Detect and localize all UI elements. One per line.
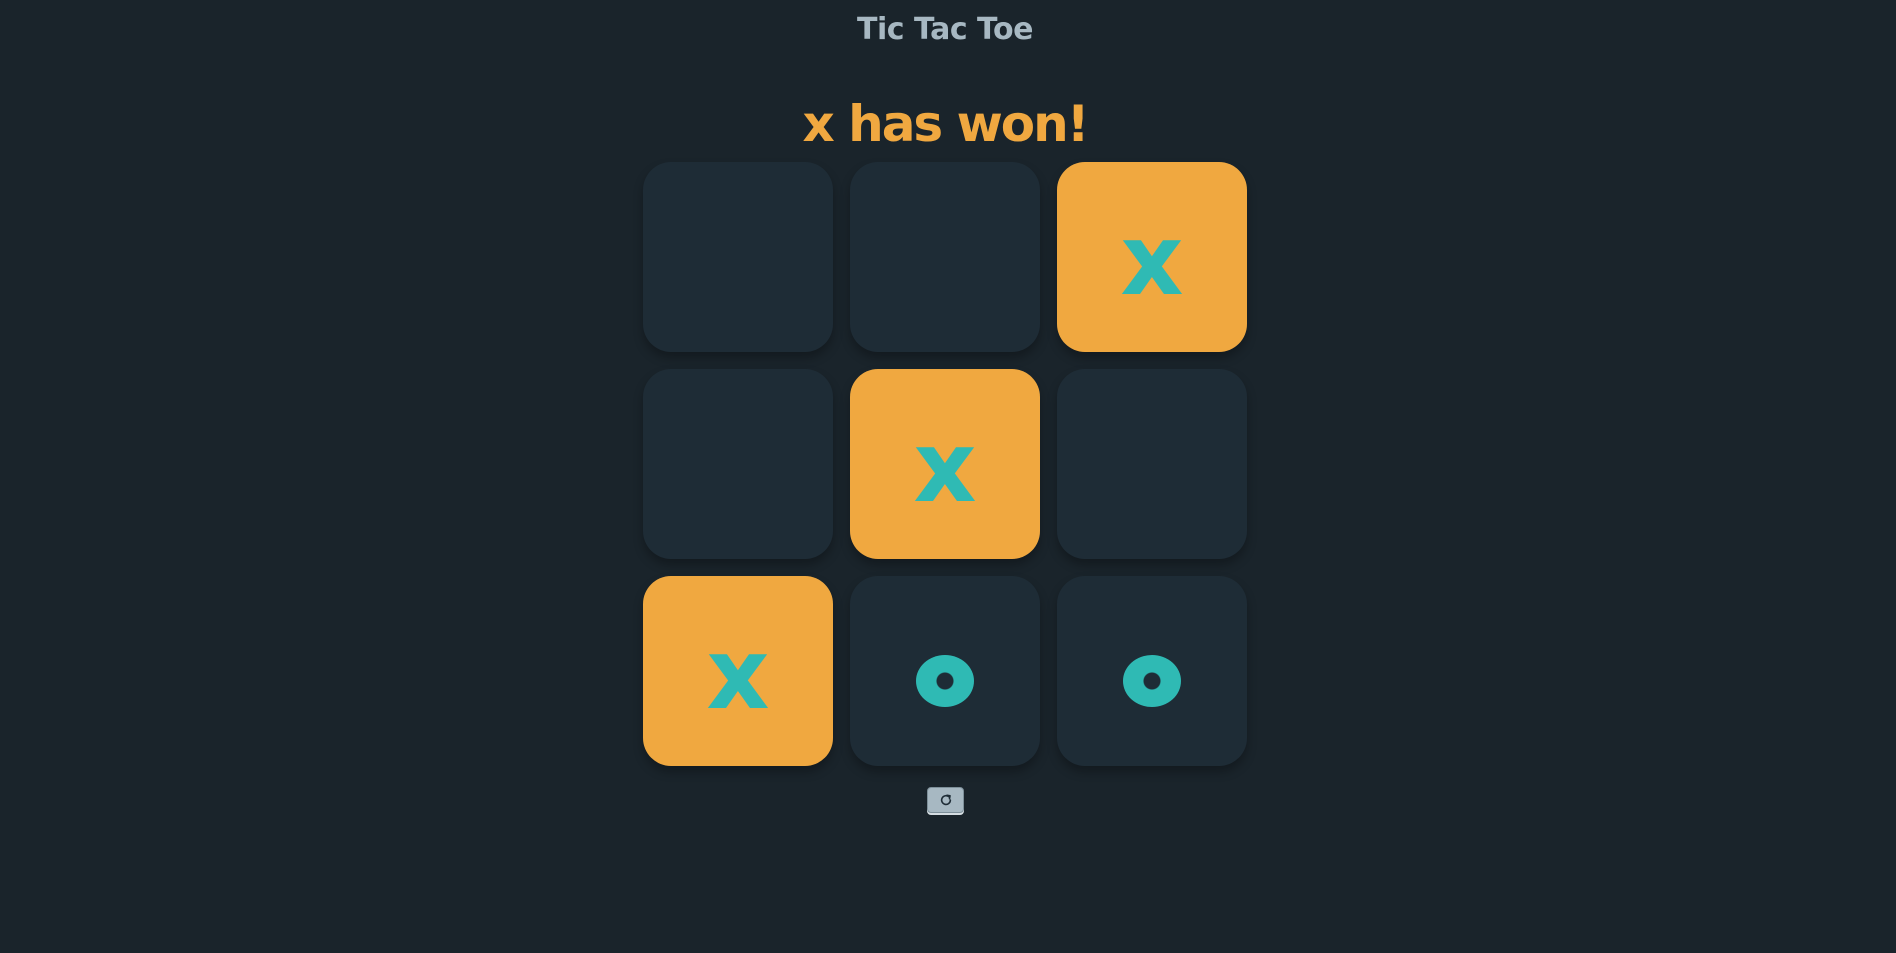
board-cell[interactable] [643, 162, 833, 352]
board-cell[interactable] [643, 369, 833, 559]
board-cell[interactable]: o [850, 576, 1040, 766]
cell-mark: x [1120, 204, 1184, 318]
board-cell[interactable]: x [1057, 162, 1247, 352]
restart-icon [939, 793, 953, 807]
game-board: x x x o o [643, 162, 1247, 766]
game-app: Tic Tac Toe x has won! x x x o o [0, 0, 1896, 953]
game-status: x has won! [802, 95, 1089, 153]
board-cell[interactable]: x [850, 369, 1040, 559]
board-cell[interactable]: o [1057, 576, 1247, 766]
cell-mark: x [706, 618, 770, 732]
cell-mark: o [916, 655, 974, 707]
restart-button[interactable] [927, 787, 964, 813]
cell-mark: x [913, 411, 977, 525]
board-cell[interactable] [1057, 369, 1247, 559]
app-title: Tic Tac Toe [857, 12, 1033, 47]
board-cell[interactable] [850, 162, 1040, 352]
board-cell[interactable]: x [643, 576, 833, 766]
cell-mark: o [1123, 655, 1181, 707]
